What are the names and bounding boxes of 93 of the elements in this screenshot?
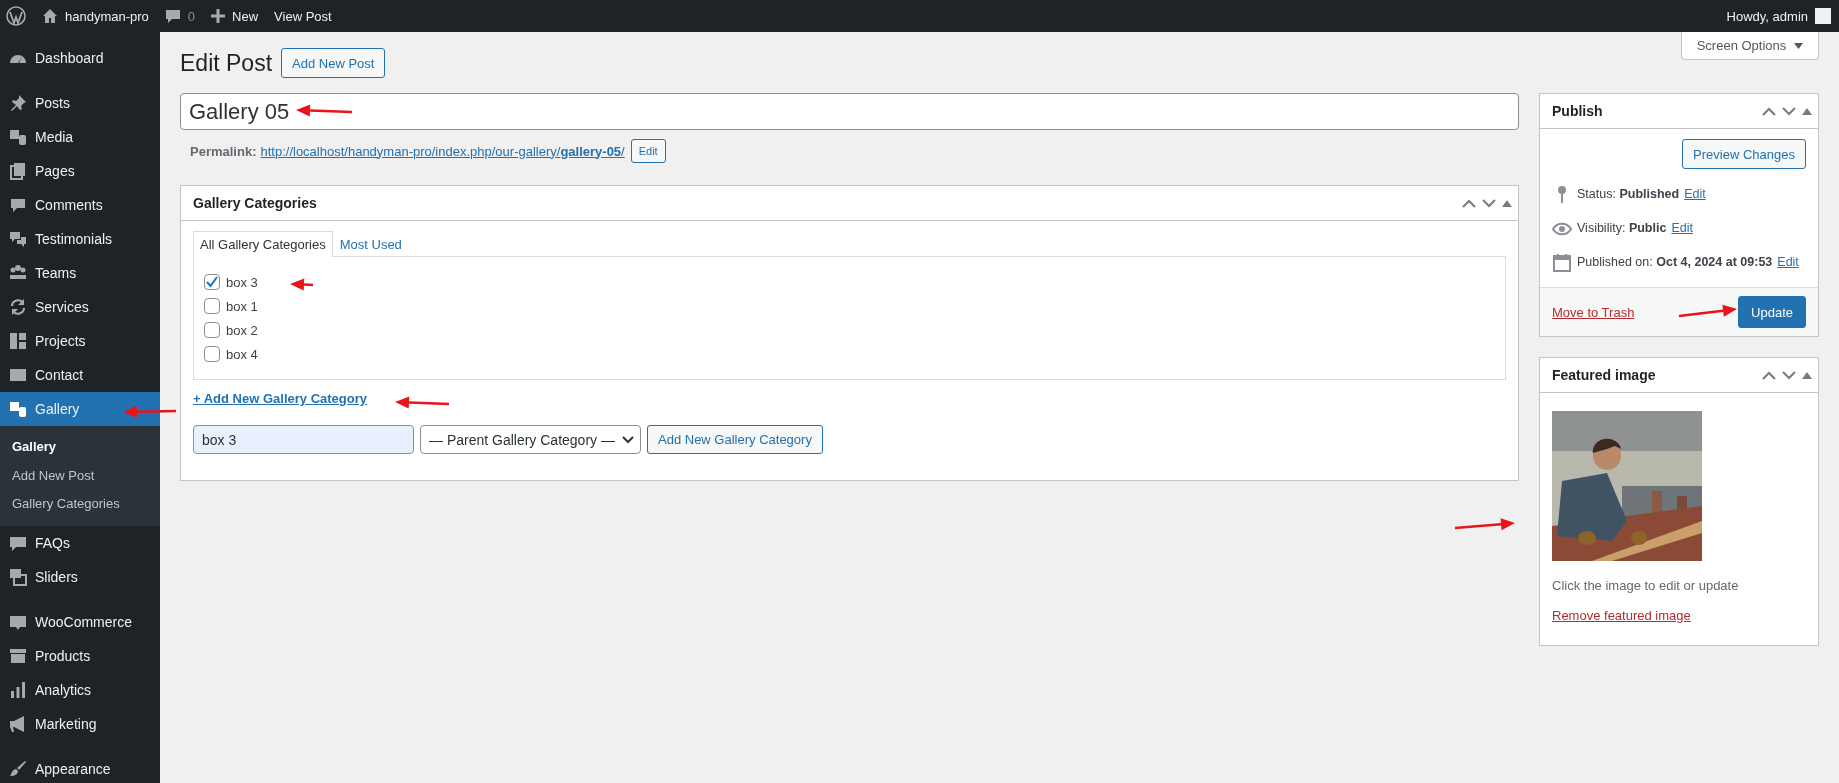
- remove-image-link[interactable]: Remove featured image: [1552, 608, 1691, 623]
- calendar-icon: [1552, 252, 1572, 272]
- menu-item[interactable]: Pages: [0, 154, 160, 188]
- menu-item[interactable]: Dashboard: [0, 41, 160, 75]
- menu-item[interactable]: Sliders: [0, 559, 160, 594]
- checkbox[interactable]: [204, 322, 220, 338]
- page-title: Edit Post: [180, 49, 273, 77]
- submenu-item[interactable]: Add New Post: [0, 461, 160, 490]
- annotation-arrow: [123, 405, 177, 418]
- menu-item[interactable]: Teams: [0, 256, 160, 290]
- view-post-link[interactable]: View Post: [274, 8, 332, 24]
- comment-count: 0: [187, 8, 196, 24]
- home-icon[interactable]: [42, 8, 58, 24]
- menu-item[interactable]: Projects: [0, 324, 160, 358]
- grid-icon: [8, 331, 28, 351]
- add-category-button[interactable]: Add New Gallery Category: [647, 425, 823, 454]
- checkbox[interactable]: [204, 298, 220, 314]
- submenu-item[interactable]: Gallery Categories: [0, 490, 160, 519]
- gallery-icon: [8, 399, 28, 419]
- edit-permalink-button[interactable]: Edit: [630, 139, 666, 163]
- permalink-link[interactable]: http://localhost/handyman-pro/index.php/our-gallery/gallery-05/: [260, 143, 625, 159]
- toggle-icon[interactable]: [1802, 107, 1812, 115]
- tab[interactable]: All Gallery Categories: [193, 231, 333, 257]
- menu-item[interactable]: Contact: [0, 358, 160, 392]
- plus-icon[interactable]: [211, 9, 226, 23]
- toggle-icon[interactable]: [1802, 371, 1812, 379]
- comment-icon[interactable]: [164, 8, 181, 24]
- add-category-link[interactable]: + Add New Gallery Category: [193, 391, 367, 406]
- pin-icon: [1558, 184, 1566, 204]
- menu-item[interactable]: Marketing: [0, 706, 160, 741]
- checkbox-label: box 3: [226, 274, 258, 290]
- comments-icon: [8, 229, 28, 249]
- panel-title: Gallery Categories: [193, 195, 318, 211]
- refresh-icon: [8, 297, 28, 317]
- add-new-post-button[interactable]: Add New Post: [281, 48, 386, 78]
- move-to-trash-link[interactable]: Move to Trash: [1552, 304, 1635, 320]
- parent-category-select[interactable]: — Parent Gallery Category —: [420, 425, 641, 454]
- title-field[interactable]: Gallery 05: [180, 93, 1519, 130]
- move-up-icon[interactable]: [1762, 106, 1776, 116]
- menu-item[interactable]: FAQs: [0, 525, 160, 560]
- permalink-label: Permalink:: [190, 143, 257, 159]
- edit-link[interactable]: Edit: [1671, 221, 1693, 235]
- publish-info: Visibility: Public: [1577, 221, 1667, 235]
- menu-item[interactable]: Posts: [0, 86, 160, 120]
- slides-icon: [8, 566, 28, 587]
- move-down-icon[interactable]: [1482, 198, 1496, 208]
- edit-link[interactable]: Edit: [1684, 187, 1706, 201]
- wordpress-logo-icon[interactable]: [6, 6, 26, 26]
- screen-options-button[interactable]: Screen Options: [1681, 32, 1819, 60]
- chevron-down-icon: [622, 435, 634, 444]
- edit-link[interactable]: Edit: [1777, 255, 1799, 269]
- checkbox-label: box 2: [226, 322, 258, 338]
- checkbox-label: box 1: [226, 298, 258, 314]
- toggle-icon[interactable]: [1502, 199, 1512, 207]
- tab[interactable]: Most Used: [332, 231, 409, 257]
- annotation-arrow: [1454, 518, 1515, 531]
- menu-item[interactable]: WooCommerce: [0, 604, 160, 639]
- move-up-icon[interactable]: [1462, 198, 1476, 208]
- publish-info: Published on: Oct 4, 2024 at 09:53: [1577, 255, 1773, 269]
- annotation-arrow: [296, 104, 353, 117]
- bar-chart-icon: [8, 679, 28, 700]
- pages-icon: [8, 161, 28, 181]
- menu-item[interactable]: Services: [0, 290, 160, 324]
- media-icon: [8, 127, 28, 147]
- move-up-icon[interactable]: [1762, 370, 1776, 380]
- site-link[interactable]: handyman-pro: [65, 8, 149, 24]
- preview-changes-button[interactable]: Preview Changes: [1682, 139, 1806, 169]
- checkbox-label: box 4: [226, 346, 258, 362]
- new-link[interactable]: New: [232, 8, 259, 24]
- menu-item[interactable]: Testimonials: [0, 222, 160, 256]
- panel-title: Publish: [1552, 103, 1604, 119]
- annotation-arrow: [395, 396, 450, 409]
- menu-item[interactable]: Appearance: [0, 751, 160, 783]
- menu-item[interactable]: Products: [0, 638, 160, 673]
- publish-info: Status: Published: [1577, 187, 1680, 201]
- checkbox[interactable]: [204, 346, 220, 362]
- submenu-item[interactable]: Gallery: [0, 433, 160, 462]
- greeting-link[interactable]: Howdy, admin: [1726, 8, 1808, 24]
- update-button[interactable]: Update: [1738, 296, 1806, 328]
- brush-icon: [8, 758, 28, 779]
- panel-title: Featured image: [1552, 367, 1657, 383]
- move-down-icon[interactable]: [1782, 370, 1796, 380]
- menu-item[interactable]: Gallery: [0, 392, 160, 426]
- annotation-arrow: [1678, 304, 1737, 318]
- checkbox[interactable]: [204, 274, 220, 290]
- annotation-arrow: [290, 278, 314, 291]
- caret-icon: [1794, 42, 1804, 49]
- menu-item[interactable]: Analytics: [0, 672, 160, 707]
- menu-item[interactable]: Comments: [0, 188, 160, 222]
- move-down-icon[interactable]: [1782, 106, 1796, 116]
- category-name-field[interactable]: box 3: [193, 425, 414, 454]
- menu-item[interactable]: Media: [0, 120, 160, 154]
- hint-text: Click the image to edit or update: [1552, 578, 1740, 593]
